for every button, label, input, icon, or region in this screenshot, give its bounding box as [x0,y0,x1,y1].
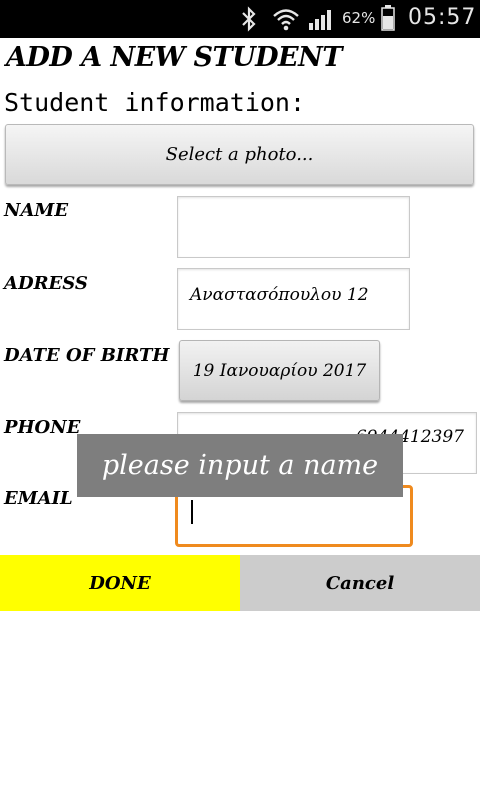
page-title: ADD A NEW STUDENT [6,42,342,73]
battery-icon [381,5,395,35]
name-label: NAME [4,200,69,221]
validation-toast: please input a name [77,434,403,497]
wifi-icon [272,7,300,35]
email-label: EMAIL [4,488,73,509]
address-label: ADRESS [4,273,88,294]
date-of-birth-button[interactable]: 19 Ιανουαρίου 2017 [179,340,380,401]
date-of-birth-value: 19 Ιανουαρίου 2017 [192,360,367,381]
select-photo-button[interactable]: Select a photo... [5,124,474,185]
date-of-birth-label: DATE OF BIRTH [4,345,170,366]
signal-icon [308,7,336,35]
cancel-button[interactable]: Cancel [240,555,480,611]
bluetooth-icon [240,6,258,36]
address-field[interactable]: Αναστασόπουλου 12 [177,268,410,330]
select-photo-label: Select a photo... [165,144,314,165]
text-cursor [191,500,193,524]
name-field[interactable] [177,196,410,258]
cancel-label: Cancel [325,572,395,594]
phone-label: PHONE [4,417,81,438]
section-subtitle: Student information: [4,88,306,117]
done-button[interactable]: DONE [0,555,240,611]
status-time: 05:57 [408,5,477,30]
battery-percent: 62% [342,9,376,27]
done-label: DONE [89,572,151,594]
status-bar: 62% 05:57 [0,0,480,38]
address-value: Αναστασόπουλου 12 [190,285,369,305]
toast-message: please input a name [101,450,379,481]
